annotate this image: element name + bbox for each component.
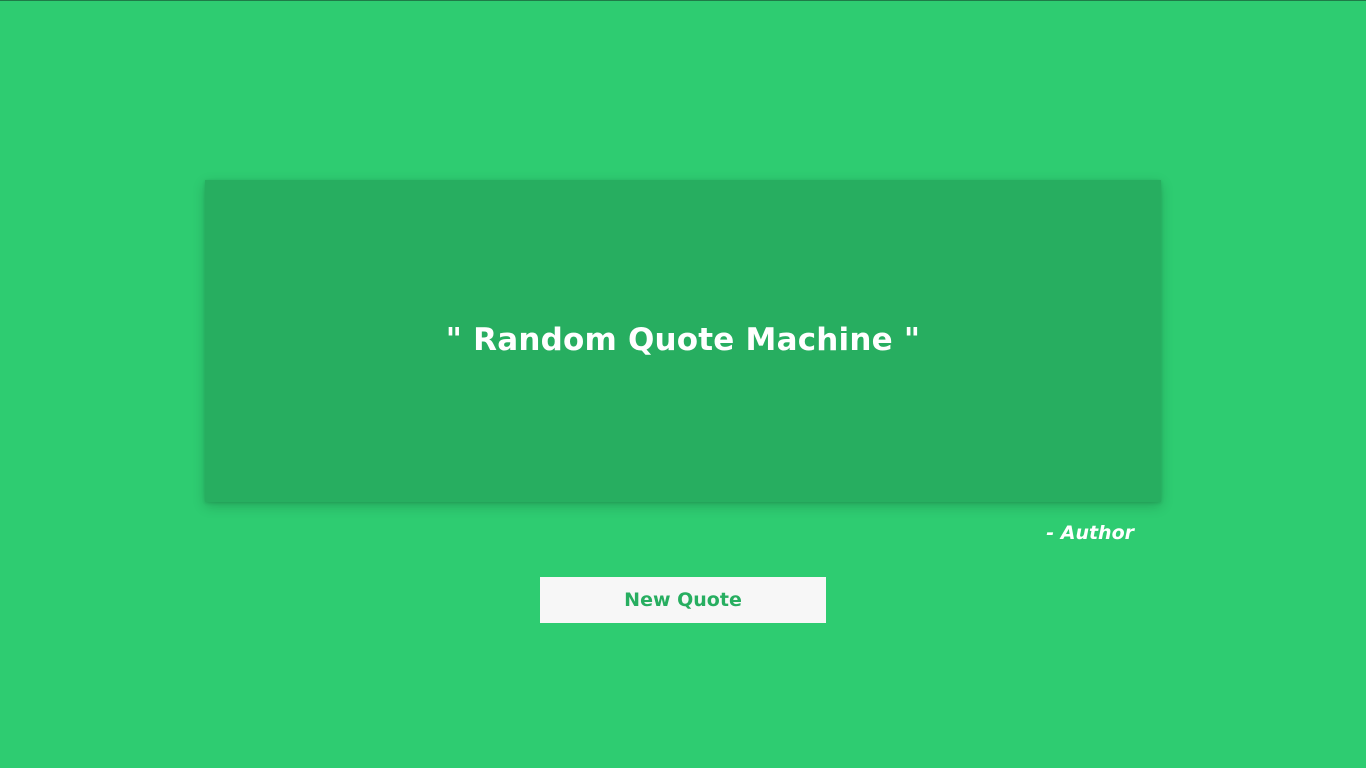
quote-card: " Random Quote Machine " (205, 180, 1161, 502)
quote-text: " Random Quote Machine " (445, 322, 921, 358)
new-quote-button[interactable]: New Quote (540, 577, 826, 623)
top-border (0, 0, 1366, 1)
quote-author: - Author (1046, 522, 1134, 544)
